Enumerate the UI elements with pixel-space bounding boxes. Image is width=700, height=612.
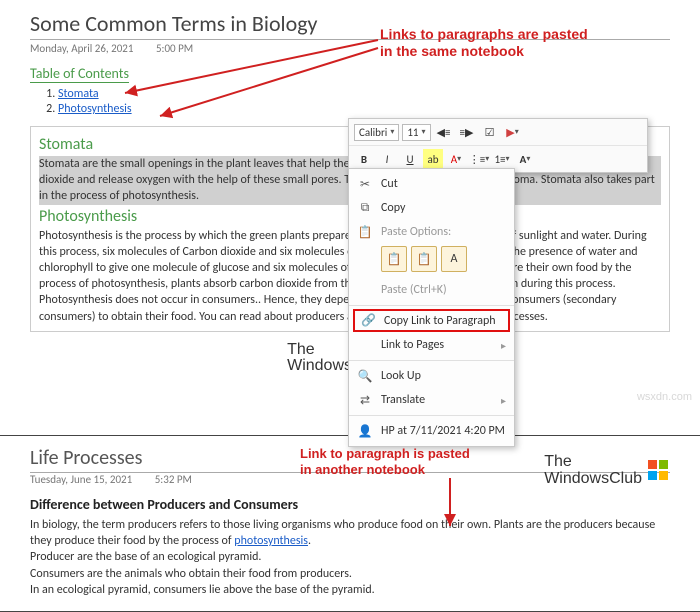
paste-text-only[interactable]: A	[441, 246, 467, 272]
mini-toolbar: Calibri▾ 11▾ ◀≡ ≡▶ ☑ ▶▾ B I U ab A▾ ⋮≡▾ …	[348, 118, 648, 173]
link-photosynthesis[interactable]: photosynthesis	[234, 534, 308, 548]
menu-link-to-pages[interactable]: Link to Pages▸	[349, 333, 514, 357]
body-line: In an ecological pyramid, consumers lie …	[30, 583, 375, 597]
annotation-page2: Link to paragraph is pasted in another n…	[300, 446, 470, 477]
body-line: Consumers are the animals who obtain the…	[30, 567, 352, 581]
menu-paste-options-label: 📋Paste Options:	[349, 220, 514, 244]
page2-body: In biology, the term producers refers to…	[30, 517, 670, 598]
menu-look-up[interactable]: 🔍Look Up	[349, 364, 514, 388]
font-color-button[interactable]: A▾	[446, 149, 466, 169]
indent-button[interactable]: ≡▶	[457, 122, 477, 142]
underline-button[interactable]: U	[400, 149, 420, 169]
paste-options-row: 📋 📋 A	[349, 244, 514, 278]
menu-translate[interactable]: ⇄Translate▸	[349, 388, 514, 412]
date: Monday, April 26, 2021	[30, 42, 133, 55]
font-size-select[interactable]: 11▾	[402, 124, 430, 141]
body-line: Producer are the base of an ecological p…	[30, 550, 261, 564]
highlight-button[interactable]: ab	[423, 149, 443, 169]
styles-button[interactable]: A▾	[515, 149, 535, 169]
time: 5:32 PM	[155, 473, 192, 486]
copy-icon: ⧉	[357, 200, 373, 216]
font-family-select[interactable]: Calibri▾	[354, 124, 399, 141]
watermark: wsxdn.com	[637, 391, 692, 403]
bold-button[interactable]: B	[354, 149, 374, 169]
date: Tuesday, June 15, 2021	[30, 473, 132, 486]
menu-copy-link-to-paragraph[interactable]: 🔗Copy Link to Paragraph	[353, 309, 510, 332]
list-item: Photosynthesis	[58, 102, 670, 116]
cut-icon: ✂	[357, 176, 373, 192]
outdent-button[interactable]: ◀≡	[434, 122, 454, 142]
annotation-toc: Links to paragraphs are pasted in the sa…	[380, 26, 588, 60]
paste-merge-formatting[interactable]: 📋	[411, 246, 437, 272]
subheading: Difference between Producers and Consume…	[30, 496, 670, 513]
toc-link-stomata[interactable]: Stomata	[58, 87, 99, 101]
toc-list: Stomata Photosynthesis	[58, 87, 670, 116]
paste-icon: 📋	[357, 224, 373, 240]
lookup-icon: 🔍	[357, 368, 373, 384]
todo-tag-button[interactable]: ☑	[480, 122, 500, 142]
menu-paste[interactable]: Paste (Ctrl+K)	[349, 278, 514, 302]
toc-heading: Table of Contents	[30, 65, 129, 83]
toc-link-photosynthesis[interactable]: Photosynthesis	[58, 102, 132, 116]
menu-copy[interactable]: ⧉Copy	[349, 196, 514, 220]
bullets-button[interactable]: ⋮≡▾	[469, 149, 489, 169]
menu-cut[interactable]: ✂Cut	[349, 172, 514, 196]
windows-flag-icon	[648, 460, 670, 482]
list-item: Stomata	[58, 87, 670, 101]
link-icon: 🔗	[361, 313, 376, 328]
paste-keep-formatting[interactable]: 📋	[381, 246, 407, 272]
italic-button[interactable]: I	[377, 149, 397, 169]
time: 5:00 PM	[156, 42, 193, 55]
numbering-button[interactable]: 1≡▾	[492, 149, 512, 169]
windowsclub-logo: TheWindowsClub	[544, 454, 670, 488]
tags-button[interactable]: ▶▾	[503, 122, 523, 142]
context-menu: ✂Cut ⧉Copy 📋Paste Options: 📋 📋 A Paste (…	[348, 168, 515, 447]
translate-icon: ⇄	[357, 392, 373, 408]
